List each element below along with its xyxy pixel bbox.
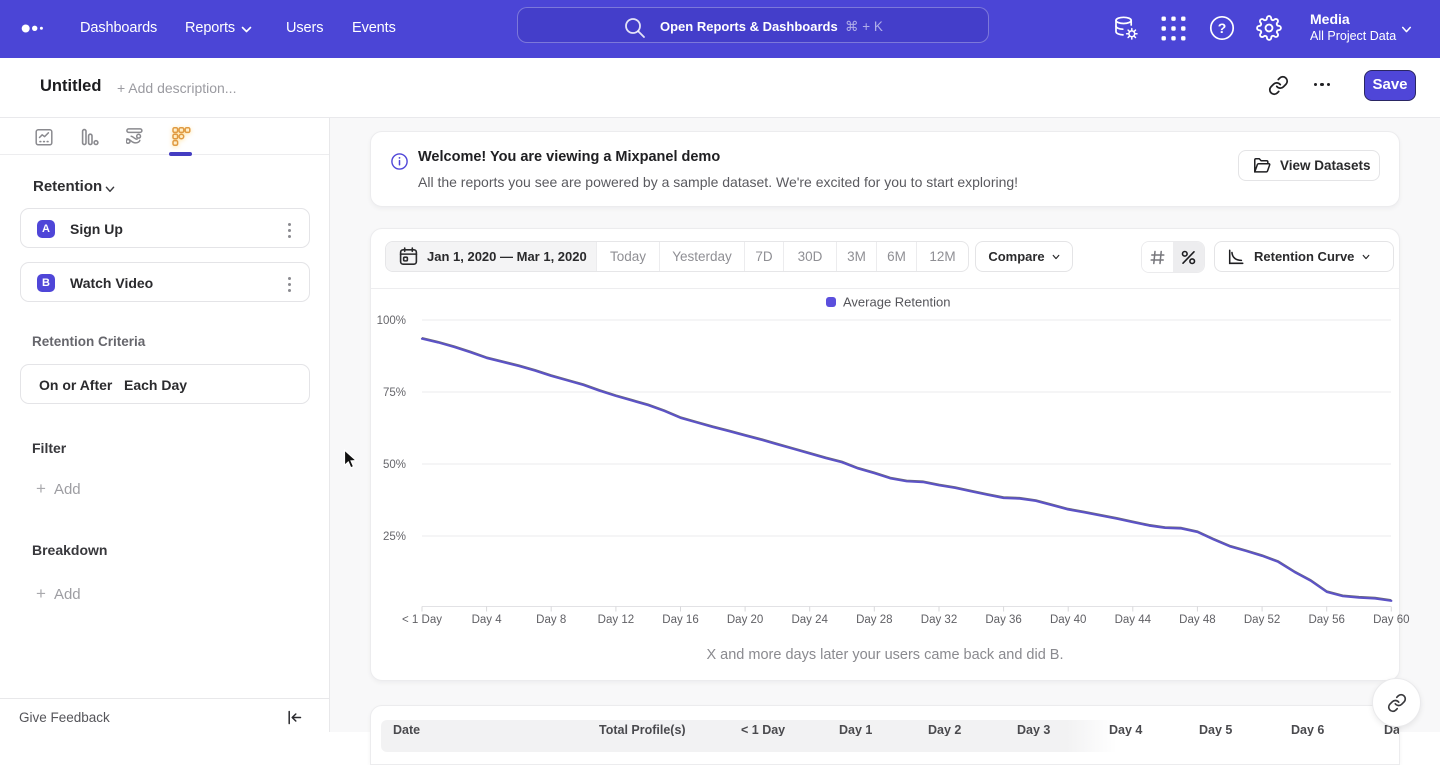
svg-text:Day 60: Day 60 bbox=[1373, 614, 1409, 626]
svg-text:Day 56: Day 56 bbox=[1308, 614, 1344, 626]
svg-text:Day 16: Day 16 bbox=[662, 614, 698, 626]
svg-text:Day 24: Day 24 bbox=[791, 614, 828, 626]
svg-text:Day 40: Day 40 bbox=[1050, 614, 1086, 626]
svg-text:25%: 25% bbox=[383, 531, 406, 543]
svg-text:Day 4: Day 4 bbox=[472, 614, 503, 626]
svg-text:50%: 50% bbox=[383, 459, 406, 471]
svg-text:Day 8: Day 8 bbox=[536, 614, 566, 626]
svg-text:Day 52: Day 52 bbox=[1244, 614, 1280, 626]
svg-text:Day 36: Day 36 bbox=[985, 614, 1021, 626]
svg-text:< 1 Day: < 1 Day bbox=[402, 614, 442, 626]
svg-text:Day 20: Day 20 bbox=[727, 614, 763, 626]
svg-text:75%: 75% bbox=[383, 387, 406, 399]
svg-text:Day 12: Day 12 bbox=[598, 614, 634, 626]
svg-text:?: ? bbox=[1218, 20, 1227, 36]
svg-text:100%: 100% bbox=[377, 315, 406, 327]
svg-text:Day 44: Day 44 bbox=[1115, 614, 1152, 626]
svg-text:Day 48: Day 48 bbox=[1179, 614, 1215, 626]
svg-text:Day 32: Day 32 bbox=[921, 614, 957, 626]
svg-text:Average Retention: Average Retention bbox=[843, 295, 950, 310]
svg-text:Day 28: Day 28 bbox=[856, 614, 892, 626]
